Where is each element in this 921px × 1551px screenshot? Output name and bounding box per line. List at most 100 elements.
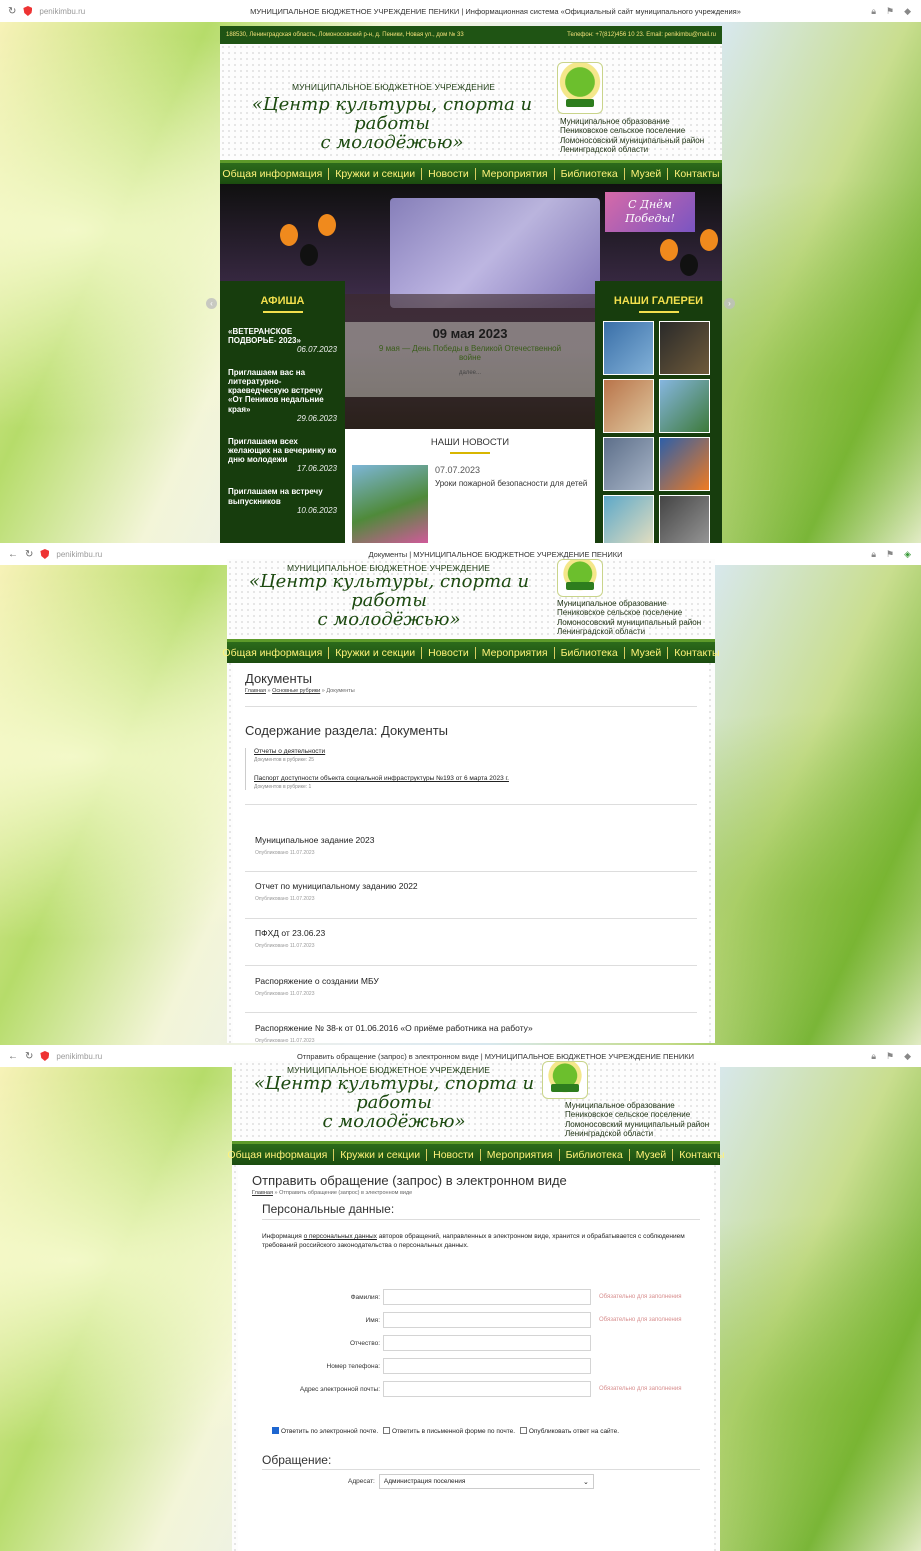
extension-icon[interactable]: ◆ <box>904 6 911 17</box>
breadcrumb-home[interactable]: Главная <box>245 688 266 694</box>
document-title[interactable]: Муниципальное задание 2023 <box>255 835 374 845</box>
reply-post-checkbox[interactable] <box>382 1427 390 1434</box>
menu-item-news[interactable]: Новости <box>427 1148 481 1161</box>
menu-item-museum[interactable]: Музей <box>625 167 669 180</box>
bookmark-icon[interactable]: ⚑ <box>886 1051 894 1062</box>
address-bar[interactable]: penikimbu.ru <box>56 1052 102 1061</box>
email-field[interactable] <box>383 1381 591 1397</box>
region-line: Муниципальное образование <box>560 117 670 126</box>
afisha-item-title[interactable]: Приглашаем всех желающих на вечеринку ко… <box>228 437 337 465</box>
gallery-thumb[interactable] <box>659 321 710 375</box>
security-warning-icon[interactable] <box>40 549 50 559</box>
region-info: Муниципальное образование Пениковское се… <box>560 117 704 154</box>
reload-icon[interactable]: ↻ <box>25 549 33 560</box>
reply-email-checkbox[interactable] <box>272 1427 279 1434</box>
reload-icon[interactable]: ↻ <box>8 6 16 17</box>
bookmark-icon[interactable]: ⚑ <box>886 549 894 560</box>
menu-item-contacts[interactable]: Контакты <box>673 1149 730 1161</box>
phone-field[interactable] <box>383 1358 591 1374</box>
menu-item-news[interactable]: Новости <box>422 646 476 659</box>
addressee-select[interactable]: Администрация поселения ⌄ <box>378 1474 594 1489</box>
address-bar[interactable]: penikimbu.ru <box>56 550 102 559</box>
surname-field[interactable] <box>383 1289 591 1305</box>
document-title[interactable]: Распоряжение о создании МБУ <box>255 976 379 986</box>
afisha-item-title[interactable]: Приглашаем на встречу выпускников <box>228 487 337 505</box>
document-item[interactable]: Муниципальное задание 2023 Опубликовано … <box>255 835 374 856</box>
menu-item-events[interactable]: Мероприятия <box>476 646 555 659</box>
breadcrumb-rubrics[interactable]: Основные рубрики <box>272 688 320 694</box>
back-icon[interactable]: ← <box>8 549 18 560</box>
document-item[interactable]: Распоряжение о создании МБУ Опубликовано… <box>255 976 379 997</box>
gallery-thumb[interactable] <box>603 437 654 491</box>
reply-post-label[interactable]: Ответить в письменной форме по почте. <box>392 1428 515 1435</box>
menu-item-library[interactable]: Библиотека <box>555 646 625 659</box>
menu-item-general[interactable]: Общая информация <box>216 646 330 659</box>
menu-item-clubs[interactable]: Кружки и секции <box>329 167 423 180</box>
news-link[interactable]: Уроки пожарной безопасности для детей <box>435 479 590 489</box>
menu-item-general[interactable]: Общая информация <box>221 1148 335 1161</box>
afisha-item-title[interactable]: «ВЕТЕРАНСКОЕ ПОДВОРЬЕ- 2023» <box>228 327 337 345</box>
menu-item-library[interactable]: Библиотека <box>560 1148 630 1161</box>
menu-item-events[interactable]: Мероприятия <box>476 167 555 180</box>
menu-item-events[interactable]: Мероприятия <box>481 1148 560 1161</box>
breadcrumb-home[interactable]: Главная <box>252 1190 273 1196</box>
category-link[interactable]: Отчеты о деятельности <box>254 748 697 755</box>
gallery-thumb[interactable] <box>603 321 654 375</box>
lock-icon[interactable]: 🔒︎ <box>871 1051 876 1062</box>
document-title[interactable]: ПФХД от 23.06.23 <box>255 928 325 938</box>
section-heading: Содержание раздела: Документы <box>245 723 449 738</box>
org-name-line1: «Центр культуры, спорта и работы <box>251 94 533 134</box>
menu-item-news[interactable]: Новости <box>422 167 476 180</box>
menu-item-library[interactable]: Библиотека <box>555 167 625 180</box>
hero-slider[interactable]: С Днём Победы! АФИША «ВЕТЕРАНСКОЕ ПОДВОР… <box>220 184 722 543</box>
document-item[interactable]: Отчет по муниципальному заданию 2022 Опу… <box>255 881 418 902</box>
slider-prev-icon[interactable]: ‹ <box>206 298 217 309</box>
menu-item-general[interactable]: Общая информация <box>216 167 330 180</box>
extension-icon[interactable]: ◆ <box>904 1051 911 1062</box>
gallery-thumb[interactable] <box>659 495 710 543</box>
bookmark-icon[interactable]: ⚑ <box>886 6 894 17</box>
security-warning-icon[interactable] <box>23 6 33 16</box>
slide-more-link[interactable]: далее... <box>345 370 595 376</box>
security-warning-icon[interactable] <box>40 1051 50 1061</box>
menu-item-clubs[interactable]: Кружки и секции <box>329 646 423 659</box>
menu-item-contacts[interactable]: Контакты <box>668 168 725 180</box>
slider-next-icon[interactable]: › <box>724 298 735 309</box>
emblem-logo[interactable] <box>557 62 603 114</box>
shield-icon[interactable]: ◈ <box>904 549 911 560</box>
name-field[interactable] <box>383 1312 591 1328</box>
gallery-thumb[interactable] <box>603 495 654 543</box>
document-item[interactable]: Распоряжение № 38-к от 01.06.2016 «О при… <box>255 1023 533 1044</box>
afisha-item[interactable]: Приглашаем всех желающих на вечеринку ко… <box>220 437 345 474</box>
menu-item-museum[interactable]: Музей <box>630 1148 674 1161</box>
afisha-item[interactable]: Приглашаем на встречу выпускников 10.06.… <box>220 487 345 514</box>
afisha-item[interactable]: Приглашаем вас на литературно-краеведчес… <box>220 368 345 423</box>
gallery-thumb[interactable] <box>659 437 710 491</box>
reply-email-label[interactable]: Ответить по электронной почте. <box>281 1428 378 1435</box>
afisha-item[interactable]: «ВЕТЕРАНСКОЕ ПОДВОРЬЕ- 2023» 06.07.2023 <box>220 327 345 354</box>
gallery-thumb[interactable] <box>603 379 654 433</box>
emblem-logo[interactable] <box>542 1061 588 1099</box>
reload-icon[interactable]: ↻ <box>25 1051 33 1062</box>
slide-text[interactable]: 9 мая — День Победы в Великой Отечествен… <box>345 341 595 362</box>
afisha-item-title[interactable]: Приглашаем вас на литературно-краеведчес… <box>228 368 337 414</box>
lock-icon[interactable]: 🔒︎ <box>871 549 876 560</box>
menu-item-museum[interactable]: Музей <box>625 646 669 659</box>
category-link[interactable]: Паспорт доступности объекта социальной и… <box>254 775 697 782</box>
address-bar[interactable]: penikimbu.ru <box>39 7 85 16</box>
gallery-thumb[interactable] <box>659 379 710 433</box>
lock-icon[interactable]: 🔒︎ <box>871 6 876 17</box>
menu-item-clubs[interactable]: Кружки и секции <box>334 1148 428 1161</box>
publish-answer-checkbox[interactable] <box>519 1427 527 1434</box>
document-title[interactable]: Распоряжение № 38-к от 01.06.2016 «О при… <box>255 1023 533 1033</box>
patronymic-field[interactable] <box>383 1335 591 1351</box>
news-thumbnail[interactable] <box>352 465 428 543</box>
privacy-link[interactable]: о персональных данных <box>304 1233 377 1240</box>
emblem-logo[interactable] <box>557 559 603 597</box>
publish-answer-label[interactable]: Опубликовать ответ на сайте. <box>529 1428 619 1435</box>
menu-item-contacts[interactable]: Контакты <box>668 647 725 659</box>
divider <box>245 1012 697 1013</box>
document-title[interactable]: Отчет по муниципальному заданию 2022 <box>255 881 418 891</box>
back-icon[interactable]: ← <box>8 1051 18 1062</box>
document-item[interactable]: ПФХД от 23.06.23 Опубликовано 11.07.2023 <box>255 928 325 949</box>
